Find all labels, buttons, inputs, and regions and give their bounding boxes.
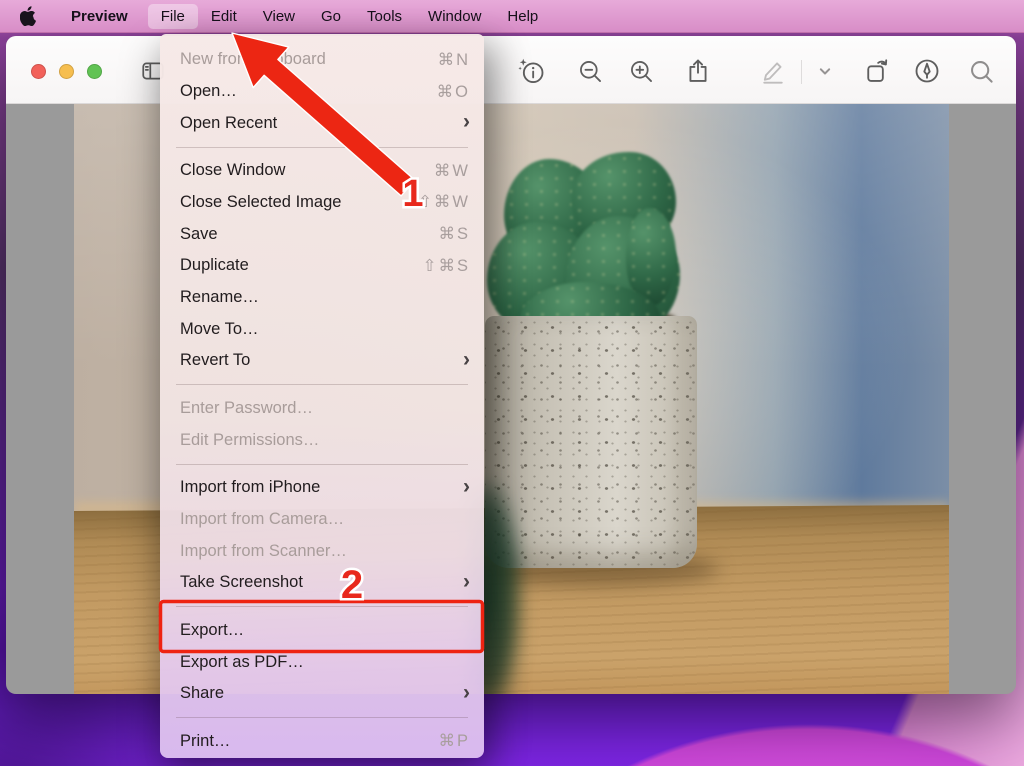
toolbar-divider: [801, 60, 802, 84]
menubar-item-view[interactable]: View: [250, 4, 308, 29]
submenu-chevron-icon: ›: [463, 117, 470, 127]
menubar-app-name[interactable]: Preview: [59, 6, 140, 27]
window-toolbar: [6, 36, 1016, 104]
menu-item-move-to[interactable]: Move To…: [160, 313, 484, 345]
menu-item-close-selected-image[interactable]: Close Selected Image⇧⌘W: [160, 187, 484, 219]
info-sparkle-icon[interactable]: [518, 57, 546, 85]
menubar-item-tools[interactable]: Tools: [354, 4, 415, 29]
menubar-item-edit[interactable]: Edit: [198, 4, 250, 29]
menu-item-rename[interactable]: Rename…: [160, 282, 484, 314]
menu-item-import-from-iphone[interactable]: Import from iPhone›: [160, 472, 484, 504]
menu-separator: [160, 456, 484, 472]
menu-item-label: Share: [180, 684, 463, 703]
zoom-in-icon[interactable]: [627, 57, 655, 85]
apple-logo-icon[interactable]: [20, 6, 37, 26]
menu-item-enter-password: Enter Password…: [160, 393, 484, 425]
menu-item-import-from-scanner: Import from Scanner…: [160, 535, 484, 567]
menu-separator: [160, 139, 484, 155]
menu-item-revert-to[interactable]: Revert To›: [160, 345, 484, 377]
menu-item-save[interactable]: Save⌘S: [160, 218, 484, 250]
menu-item-label: Print…: [180, 732, 438, 751]
menu-item-edit-permissions: Edit Permissions…: [160, 424, 484, 456]
menu-item-open-recent[interactable]: Open Recent›: [160, 107, 484, 139]
menu-item-label: Edit Permissions…: [180, 431, 470, 450]
menu-item-export-as-pdf[interactable]: Export as PDF…: [160, 646, 484, 678]
menu-item-close-window[interactable]: Close Window⌘W: [160, 155, 484, 187]
markup-pencil-icon: [759, 57, 787, 85]
menu-item-label: Open Recent: [180, 114, 463, 133]
zoom-out-icon[interactable]: [576, 57, 604, 85]
menu-item-label: Export as PDF…: [180, 653, 470, 672]
menu-separator: [160, 599, 484, 615]
menu-item-shortcut: ⌘N: [438, 50, 470, 70]
menu-item-export[interactable]: Export…: [160, 615, 484, 647]
menu-item-label: Open…: [180, 82, 437, 101]
menu-item-label: Rename…: [180, 288, 470, 307]
menubar-item-help[interactable]: Help: [494, 4, 551, 29]
menu-item-import-from-camera: Import from Camera…: [160, 504, 484, 536]
menu-item-label: Close Window: [180, 161, 434, 180]
rotate-icon[interactable]: [863, 57, 891, 85]
menu-item-share[interactable]: Share›: [160, 678, 484, 710]
search-icon[interactable]: [967, 57, 995, 85]
menu-item-label: Move To…: [180, 320, 470, 339]
menu-item-label: Export…: [180, 621, 470, 640]
menu-item-open[interactable]: Open…⌘O: [160, 76, 484, 108]
menu-item-label: Close Selected Image: [180, 193, 418, 212]
menu-item-shortcut: ⌘O: [437, 82, 470, 102]
menu-item-new-from-clipboard: New from Clipboard⌘N: [160, 44, 484, 76]
zoom-window-button[interactable]: [87, 64, 102, 79]
menu-item-label: Import from Camera…: [180, 510, 470, 529]
annotate-pen-icon[interactable]: [913, 57, 941, 85]
menubar: Preview FileEditViewGoToolsWindowHelp: [0, 0, 1024, 33]
screen: Preview FileEditViewGoToolsWindowHelp Ne…: [0, 0, 1024, 766]
submenu-chevron-icon: ›: [463, 577, 470, 587]
submenu-chevron-icon: ›: [463, 482, 470, 492]
menu-item-shortcut: ⌘S: [438, 224, 470, 244]
submenu-chevron-icon: ›: [463, 688, 470, 698]
preview-window: [6, 36, 1016, 694]
menu-separator: [160, 710, 484, 726]
submenu-chevron-icon: ›: [463, 355, 470, 365]
menubar-item-file[interactable]: File: [148, 4, 198, 29]
menu-item-label: Import from iPhone: [180, 478, 463, 497]
menu-item-label: New from Clipboard: [180, 50, 438, 69]
menubar-item-go[interactable]: Go: [308, 4, 354, 29]
close-window-button[interactable]: [31, 64, 46, 79]
menu-item-shortcut: ⇧⌘W: [418, 192, 470, 212]
menu-item-label: Duplicate: [180, 256, 423, 275]
menu-item-shortcut: ⇧⌘S: [423, 256, 470, 276]
menubar-item-window[interactable]: Window: [415, 4, 494, 29]
file-menu: New from Clipboard⌘NOpen…⌘OOpen Recent›C…: [160, 34, 484, 758]
menu-separator: [160, 377, 484, 393]
minimize-window-button[interactable]: [59, 64, 74, 79]
file-menu-items: New from Clipboard⌘NOpen…⌘OOpen Recent›C…: [160, 44, 484, 757]
chevron-down-icon[interactable]: [811, 57, 839, 85]
menu-item-print[interactable]: Print…⌘P: [160, 726, 484, 758]
menu-item-label: Import from Scanner…: [180, 542, 470, 561]
menu-item-label: Enter Password…: [180, 399, 470, 418]
share-icon[interactable]: [684, 57, 712, 85]
menubar-menus: FileEditViewGoToolsWindowHelp: [148, 4, 552, 29]
menu-item-take-screenshot[interactable]: Take Screenshot›: [160, 567, 484, 599]
menu-item-label: Take Screenshot: [180, 573, 463, 592]
menu-item-label: Save: [180, 225, 438, 244]
menu-item-duplicate[interactable]: Duplicate⇧⌘S: [160, 250, 484, 282]
menu-item-label: Revert To: [180, 351, 463, 370]
menu-item-shortcut: ⌘P: [438, 731, 470, 751]
menu-item-shortcut: ⌘W: [434, 161, 470, 181]
